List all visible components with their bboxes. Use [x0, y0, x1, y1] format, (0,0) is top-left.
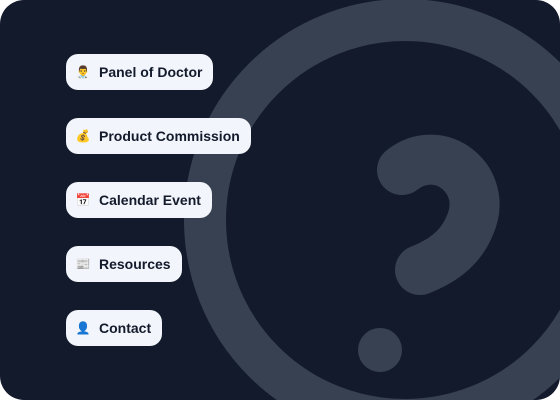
menu-item-label: Product Commission [99, 128, 240, 144]
newspaper-icon: 📰 [75, 257, 91, 271]
help-menu: 👨‍⚕️ Panel of Doctor 💰 Product Commissio… [66, 54, 251, 346]
menu-item-label: Calendar Event [99, 192, 201, 208]
menu-item-label: Contact [99, 320, 152, 336]
menu-item-contact[interactable]: 👤 Contact [66, 310, 163, 346]
menu-item-panel-of-doctor[interactable]: 👨‍⚕️ Panel of Doctor [66, 54, 214, 90]
doctor-icon: 👨‍⚕️ [75, 65, 91, 79]
calendar-icon: 📅 [75, 193, 91, 207]
menu-item-product-commission[interactable]: 💰 Product Commission [66, 118, 251, 154]
menu-item-calendar-event[interactable]: 📅 Calendar Event [66, 182, 212, 218]
question-mark-hook [377, 134, 500, 295]
question-mark-dot [358, 328, 402, 372]
person-icon: 👤 [75, 321, 91, 335]
menu-item-resources[interactable]: 📰 Resources [66, 246, 182, 282]
money-bag-icon: 💰 [75, 129, 91, 143]
menu-item-label: Resources [99, 256, 171, 272]
menu-item-label: Panel of Doctor [99, 64, 203, 80]
help-card: 👨‍⚕️ Panel of Doctor 💰 Product Commissio… [0, 0, 560, 400]
